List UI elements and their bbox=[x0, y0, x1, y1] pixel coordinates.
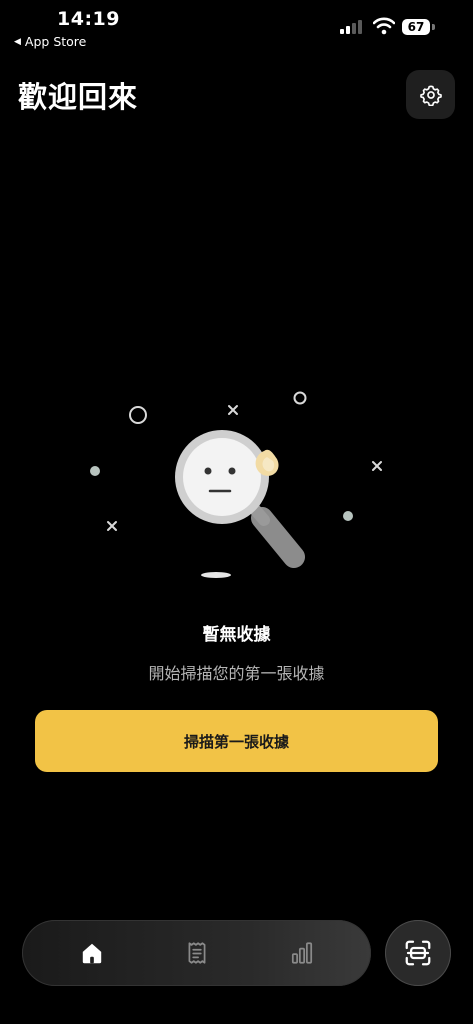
scan-icon bbox=[405, 940, 431, 966]
empty-state-subtitle: 開始掃描您的第一張收據 bbox=[148, 664, 325, 683]
magnifier-sad-face-icon bbox=[90, 391, 382, 578]
bar-chart-icon bbox=[291, 942, 313, 964]
scan-button[interactable] bbox=[385, 920, 451, 986]
gear-icon bbox=[419, 84, 442, 106]
tab-statistics[interactable] bbox=[272, 920, 332, 986]
back-label: App Store bbox=[24, 34, 87, 49]
wifi-icon bbox=[373, 17, 395, 35]
battery-level: 67 bbox=[402, 19, 430, 35]
status-bar: 14:19 ◀ App Store 67 bbox=[0, 0, 473, 60]
empty-state-title: 暫無收據 bbox=[202, 625, 271, 645]
cellular-signal-icon bbox=[340, 20, 362, 34]
tab-bar bbox=[22, 920, 371, 986]
battery-indicator: 67 bbox=[402, 19, 436, 35]
home-icon bbox=[82, 943, 102, 964]
tab-receipts[interactable] bbox=[167, 920, 227, 986]
status-time: 14:19 bbox=[57, 8, 120, 30]
tab-home[interactable] bbox=[62, 920, 122, 986]
battery-nub bbox=[432, 24, 435, 30]
page-title: 歡迎回來 bbox=[18, 80, 139, 114]
settings-button[interactable] bbox=[406, 70, 455, 119]
back-arrow-icon: ◀ bbox=[14, 36, 21, 47]
receipt-icon bbox=[188, 942, 206, 964]
back-to-app-store[interactable]: ◀ App Store bbox=[14, 34, 86, 49]
scan-first-receipt-button[interactable]: 掃描第一張收據 bbox=[35, 710, 438, 772]
